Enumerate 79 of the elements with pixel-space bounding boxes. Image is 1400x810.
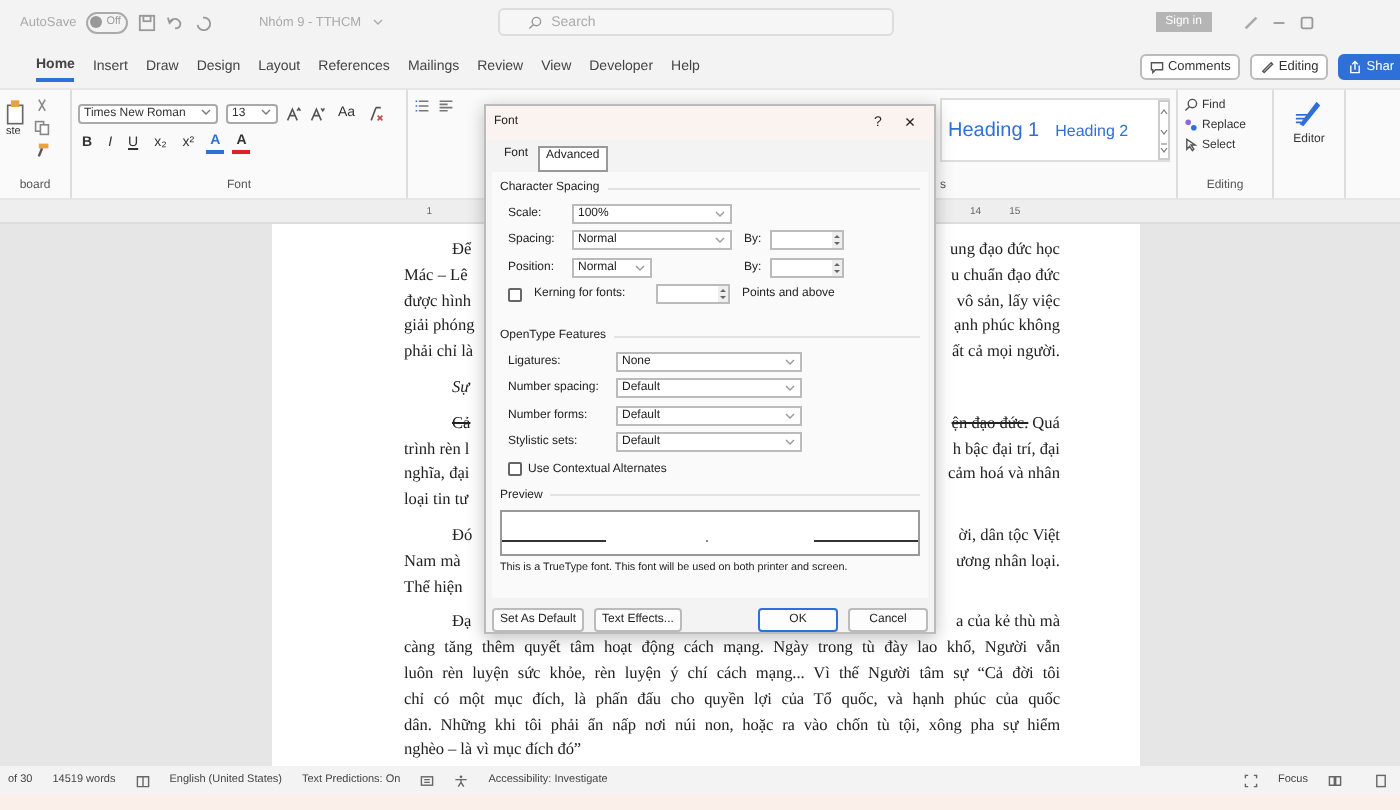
close-button[interactable]: × [894,112,926,133]
position-by-field[interactable] [770,257,844,278]
save-icon[interactable] [138,13,157,31]
scroll-arrows-icon[interactable] [1158,100,1170,160]
document-text: phải chỉ là [404,340,474,365]
undo-icon[interactable] [166,13,185,31]
document-line: luôn rèn luyện sức khỏe, rèn luyện ý chí cách mạng... Vì thế Người tâm sự “Cả đời tôi [404,661,1060,686]
document-text: u chuẩn đạo đức [951,263,1060,288]
spacing-by-field[interactable] [770,230,844,251]
document-text: Sự [452,375,470,400]
read-mode-icon[interactable] [1328,773,1342,787]
document-line: càng tăng thêm quyết tâm hoạt động cách mạng. Ngày trong tù đày lao khổ, Người vẫn [404,636,1060,661]
chevron-down-icon [634,263,646,272]
document-text: Để [452,238,472,262]
chevron-down-icon [784,438,796,447]
comment-icon [1149,59,1164,73]
document-text: loại tin tư [404,488,469,513]
document-text: ất cả mọi người. [951,340,1060,365]
document-line: chỉ có một mục đích, là phấn đấu cho quyền lợi của Tổ quốc, và hạnh phúc của quốc [404,687,1060,712]
focus-icon[interactable] [1244,773,1259,787]
document-text: Thể hiện [404,575,463,600]
keyboard-icon[interactable] [420,773,435,787]
document-text: được hình [404,289,472,314]
bullets-icon[interactable] [414,98,430,114]
document-text: Mác – Lê [404,263,468,288]
pencil-icon [1260,59,1275,73]
document-text: Đó [452,523,473,548]
kerning-field[interactable] [656,284,730,305]
share-icon [1348,59,1363,73]
search-icon [1184,98,1198,112]
document-text: cảm hoá và nhân [948,462,1060,487]
clear-format-icon[interactable] [367,105,384,121]
contextual-checkbox[interactable] [508,462,522,477]
document-text: Đạ [452,610,472,635]
shrink-font-icon[interactable] [310,105,326,121]
chevron-down-icon [714,209,726,218]
pointer-icon [1184,138,1198,152]
document-line: dân. Những khi tôi phải ẩn nấp nơi núi non, hoặc ra vào chốn tù tội, xông pha sự hiểm [404,713,1060,738]
document-text: trình rèn l [404,437,470,462]
dots-icon [1184,118,1198,132]
align-left-icon[interactable] [438,98,454,114]
chevron-down-icon [714,236,726,245]
spin-arrows-icon[interactable] [832,232,842,249]
pen-lines-icon [1294,98,1324,128]
document-text: ạnh phúc không [954,314,1060,339]
kerning-checkbox[interactable] [508,287,522,302]
document-text: nghĩa, đại [404,462,470,487]
spin-arrows-icon[interactable] [718,286,728,303]
scissors-icon[interactable] [34,98,50,114]
accessibility-icon[interactable] [454,773,469,787]
style-option[interactable]: Heading 2 [1055,121,1129,139]
book-icon[interactable] [135,773,150,787]
spin-arrows-icon[interactable] [832,259,842,276]
style-option[interactable]: Heading 1 [948,119,1040,141]
document-text: Quá [1032,411,1060,436]
document-line: nghèo – là vì mục đích đó” [404,738,584,763]
document-text: ương nhân loại. [956,549,1060,574]
chevron-down-icon [784,357,796,366]
search-icon [527,15,542,29]
grow-font-icon[interactable] [286,105,302,121]
copy-icon[interactable] [34,120,50,136]
brush-icon[interactable] [34,142,50,158]
document-text: giải phóng [404,314,475,339]
document-text: h bậc đại trí, đại [952,437,1060,462]
chevron-down-icon [784,411,796,420]
document-text: ời, dân tộc Việt [958,523,1060,548]
maximize-icon[interactable] [1297,13,1316,31]
document-text: ện đạo đức. [951,411,1029,436]
print-layout-icon[interactable] [1374,773,1388,787]
document-text: a của kẻ thù mà [955,610,1060,635]
clipboard-icon[interactable] [6,98,26,126]
document-text: Cả [452,411,471,436]
document-text: Nam mà [404,549,461,574]
document-text: ung đạo đức học [950,238,1060,262]
redo-icon[interactable] [194,13,213,31]
chevron-down-icon [784,384,796,393]
document-text: vô sản, lấy việc [956,289,1060,314]
chevron-down-icon [260,107,272,115]
chevron-down-icon [200,107,212,115]
